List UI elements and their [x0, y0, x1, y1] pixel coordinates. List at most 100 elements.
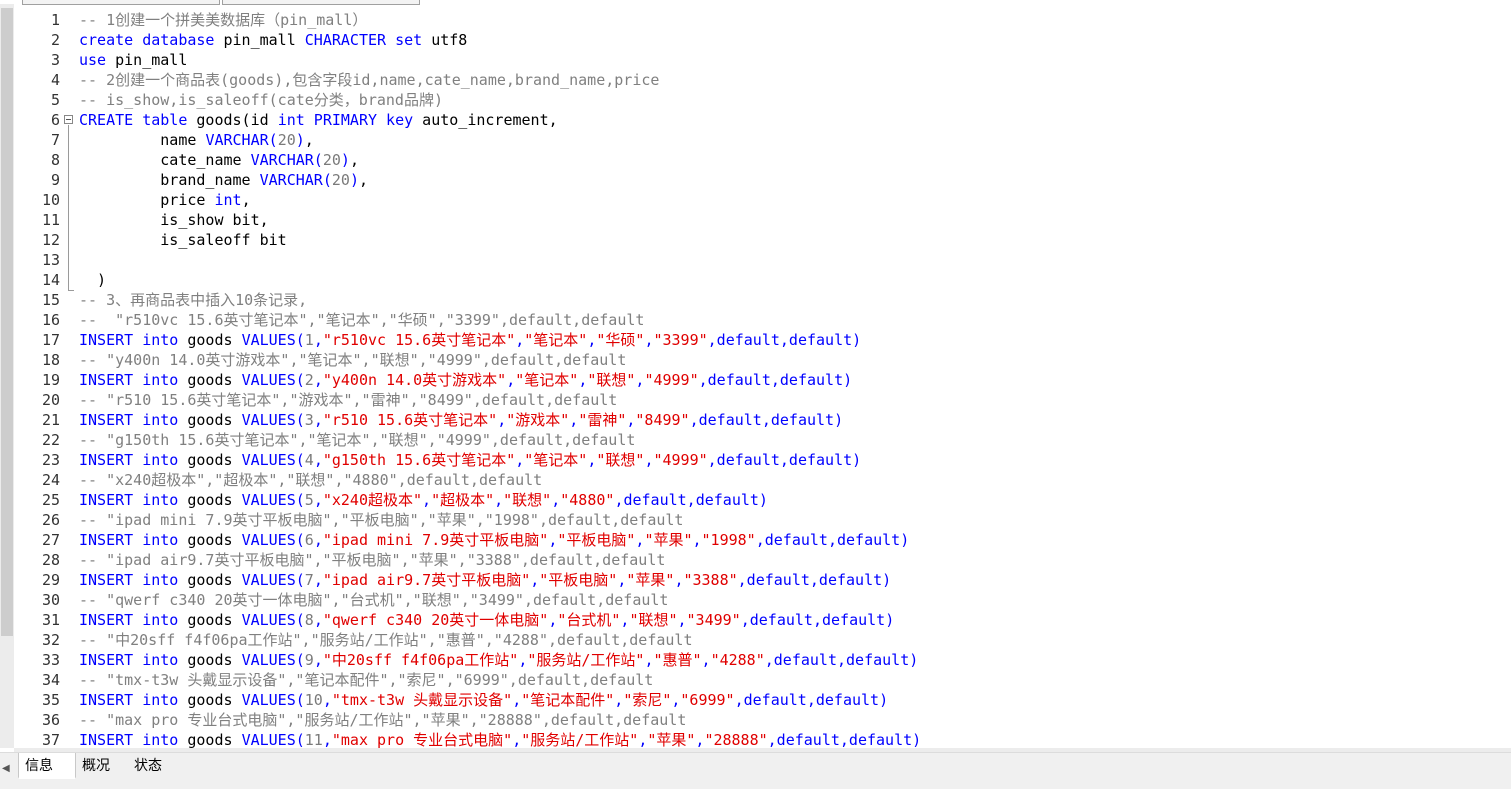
code-token: "6999" — [680, 691, 735, 709]
code-line[interactable]: -- "中20sff f4f06pa工作站","服务站/工作站","惠普","4… — [79, 630, 1499, 650]
vertical-scrollbar-thumb[interactable] — [1, 8, 13, 636]
code-token: , — [548, 531, 558, 549]
sql-code-editor[interactable]: -- 1创建一个拼美美数据库（pin_mall） create database … — [79, 10, 1499, 748]
code-token: VARCHAR( — [250, 151, 323, 169]
code-token: VALUES( — [241, 411, 305, 429]
tab-status[interactable]: 状态 — [128, 753, 180, 779]
code-token: , — [304, 131, 314, 149]
code-token: , — [313, 331, 323, 349]
line-number: 30 — [41, 591, 60, 609]
code-line[interactable]: -- "x240超极本","超极本","联想","4880",default,d… — [79, 470, 1499, 490]
code-line[interactable]: INSERT into goods VALUES(7,"ipad air9.7英… — [79, 570, 1499, 590]
code-line[interactable]: ) — [79, 270, 1499, 290]
code-line[interactable]: INSERT into goods VALUES(8,"qwerf c340 2… — [79, 610, 1499, 630]
scroll-left-arrow-icon[interactable]: ◀ — [2, 763, 10, 774]
code-token: "ipad air9.7英寸平板电脑" — [322, 571, 531, 589]
code-token: 3 — [304, 411, 314, 429]
code-token: is_show bit, — [79, 211, 269, 229]
code-line[interactable]: -- "max pro 专业台式电脑","服务站/工作站","苹果","2888… — [79, 710, 1499, 730]
code-line[interactable]: INSERT into goods VALUES(3,"r510 15.6英寸笔… — [79, 410, 1499, 430]
code-token: "笔记本" — [524, 331, 588, 349]
code-token: , — [506, 371, 516, 389]
code-token: -- 2创建一个商品表(goods),包含字段id,name,cate_name… — [79, 71, 660, 89]
code-line[interactable]: INSERT into goods VALUES(9,"中20sff f4f06… — [79, 650, 1499, 670]
code-token: VALUES( — [241, 371, 305, 389]
code-line[interactable]: -- "y400n 14.0英寸游戏本","笔记本","联想","4999",d… — [79, 350, 1499, 370]
line-number: 26 — [41, 511, 60, 529]
code-line[interactable]: INSERT into goods VALUES(5,"x240超极本","超极… — [79, 490, 1499, 510]
code-token: "超极本" — [431, 491, 495, 509]
code-line[interactable] — [79, 250, 1499, 270]
code-token: VALUES( — [241, 491, 305, 509]
code-line[interactable]: -- is_show,is_saleoff(cate分类，brand品牌) — [79, 90, 1499, 110]
code-token: "qwerf c340 20英寸一体电脑" — [322, 611, 549, 629]
code-token: "3399" — [653, 331, 708, 349]
code-token: , — [692, 531, 702, 549]
code-token: "4999" — [653, 451, 708, 469]
code-line[interactable]: INSERT into goods VALUES(1,"r510vc 15.6英… — [79, 330, 1499, 350]
code-token: "3388" — [683, 571, 738, 589]
code-token: VALUES( — [241, 691, 305, 709]
code-token: goods — [178, 611, 242, 629]
code-line[interactable]: price int, — [79, 190, 1499, 210]
code-line[interactable]: use pin_mall — [79, 50, 1499, 70]
code-line[interactable]: CREATE table goods(id int PRIMARY key au… — [79, 110, 1499, 130]
code-token: goods — [178, 571, 242, 589]
code-line[interactable]: -- "ipad mini 7.9英寸平板电脑","平板电脑","苹果","19… — [79, 510, 1499, 530]
line-number: 12 — [41, 231, 60, 249]
code-line[interactable]: -- "r510 15.6英寸笔记本","游戏本","雷神","8499",de… — [79, 390, 1499, 410]
code-token: "服务站/工作站" — [527, 651, 645, 669]
code-token: , — [422, 491, 432, 509]
code-token: , — [638, 731, 648, 748]
code-token: VARCHAR( — [205, 131, 278, 149]
code-line[interactable]: cate_name VARCHAR(20), — [79, 150, 1499, 170]
code-token: is_saleoff bit — [79, 231, 287, 249]
code-token: goods — [178, 331, 242, 349]
code-line[interactable]: INSERT into goods VALUES(11,"max pro 专业台… — [79, 730, 1499, 748]
code-line[interactable]: name VARCHAR(20), — [79, 130, 1499, 150]
code-line[interactable]: -- "ipad air9.7英寸平板电脑","平板电脑","苹果","3388… — [79, 550, 1499, 570]
code-token: -- "r510 15.6英寸笔记本","游戏本","雷神","8499",de… — [79, 391, 618, 409]
editor-tab[interactable] — [22, 0, 220, 5]
code-line[interactable]: create database pin_mall CHARACTER set u… — [79, 30, 1499, 50]
code-line[interactable]: -- 1创建一个拼美美数据库（pin_mall） — [79, 10, 1499, 30]
editor-tab[interactable] — [222, 0, 420, 5]
code-token: VALUES( — [241, 611, 305, 629]
code-token: "x240超极本" — [322, 491, 423, 509]
code-token: name — [79, 131, 206, 149]
code-line[interactable]: -- "qwerf c340 20英寸一体电脑","台式机","联想","349… — [79, 590, 1499, 610]
code-line[interactable]: INSERT into goods VALUES(6,"ipad mini 7.… — [79, 530, 1499, 550]
code-line[interactable]: -- "r510vc 15.6英寸笔记本","笔记本","华硕","3399",… — [79, 310, 1499, 330]
code-token: INSERT into — [79, 491, 179, 509]
fold-margin — [62, 10, 76, 750]
code-line[interactable]: -- 2创建一个商品表(goods),包含字段id,name,cate_name… — [79, 70, 1499, 90]
code-line[interactable]: INSERT into goods VALUES(10,"tmx-t3w 头戴显… — [79, 690, 1499, 710]
line-number: 16 — [41, 311, 60, 329]
code-line[interactable]: -- "tmx-t3w 头戴显示设备","笔记本配件","索尼","6999",… — [79, 670, 1499, 690]
code-token: VALUES( — [241, 531, 305, 549]
code-token: use — [79, 51, 107, 69]
code-token: INSERT into — [79, 691, 179, 709]
code-line[interactable]: is_show bit, — [79, 210, 1499, 230]
code-token: 20 — [277, 131, 296, 149]
code-token: "4288" — [710, 651, 765, 669]
code-token: , — [515, 451, 525, 469]
code-line[interactable]: is_saleoff bit — [79, 230, 1499, 250]
code-line[interactable]: -- "g150th 15.6英寸笔记本","笔记本","联想","4999",… — [79, 430, 1499, 450]
code-line[interactable]: INSERT into goods VALUES(2,"y400n 14.0英寸… — [79, 370, 1499, 390]
code-line[interactable]: INSERT into goods VALUES(4,"g150th 15.6英… — [79, 450, 1499, 470]
vertical-scrollbar[interactable] — [0, 4, 14, 748]
collapse-fold-icon[interactable] — [64, 115, 73, 124]
line-number: 28 — [41, 551, 60, 569]
tab-info[interactable]: 信息 — [18, 753, 76, 779]
code-token: "雷神" — [578, 411, 627, 429]
code-line[interactable]: brand_name VARCHAR(20), — [79, 170, 1499, 190]
code-token: "y400n 14.0英寸游戏本" — [322, 371, 507, 389]
line-number: 2 — [50, 31, 60, 49]
tab-overview[interactable]: 概况 — [76, 753, 128, 779]
code-token: 9 — [304, 651, 314, 669]
code-line[interactable]: -- 3、再商品表中插入10条记录, — [79, 290, 1499, 310]
code-token: -- 3、再商品表中插入10条记录, — [79, 291, 308, 309]
code-token: "max pro 专业台式电脑" — [331, 731, 513, 748]
code-token: "平板电脑" — [539, 571, 618, 589]
